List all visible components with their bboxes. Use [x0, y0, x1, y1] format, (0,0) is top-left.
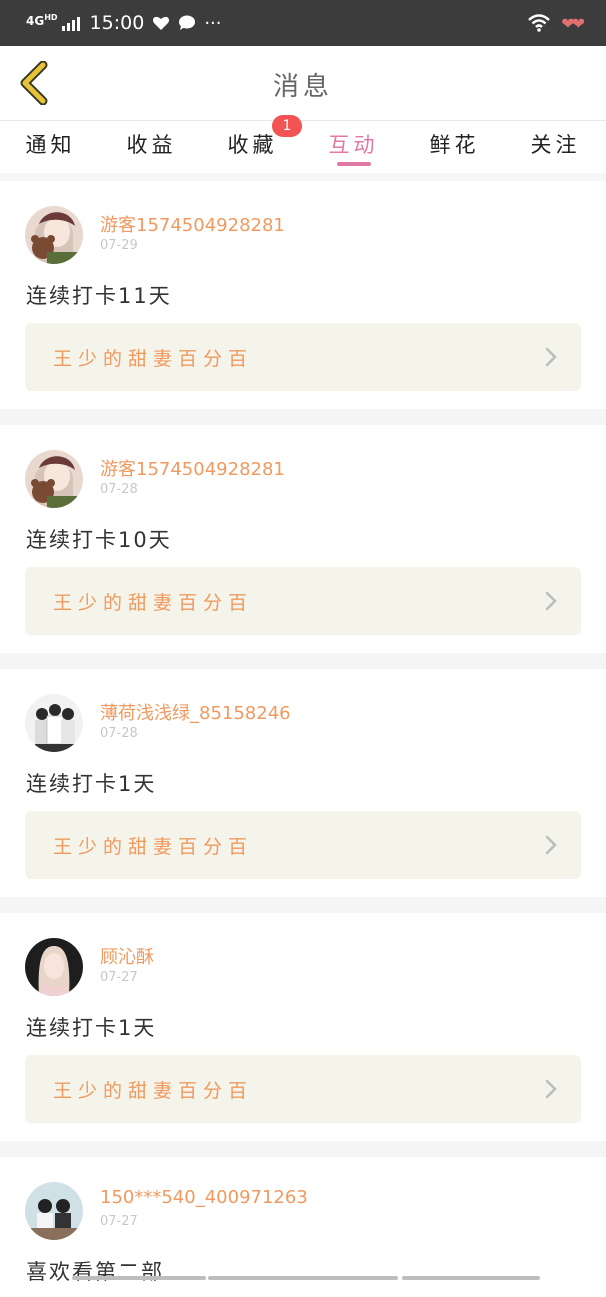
- avatar[interactable]: [25, 450, 83, 508]
- feed-item: 游客1574504928281 07-29 连续打卡11天 王少的甜妻百分百: [0, 181, 606, 409]
- chat-bubble-icon: [179, 15, 196, 30]
- timestamp: 07-27: [100, 970, 138, 985]
- tab-earnings[interactable]: 收益: [101, 121, 202, 173]
- book-link[interactable]: 王少的甜妻百分百: [25, 567, 581, 635]
- active-tab-indicator: [336, 162, 371, 166]
- gesture-bar: [208, 1276, 398, 1280]
- timestamp: 07-29: [100, 238, 138, 253]
- divider: [0, 409, 606, 425]
- username[interactable]: 薄荷浅浅绿_85158246: [100, 699, 291, 725]
- page-title: 消息: [272, 72, 333, 102]
- message-text: 连续打卡10天: [26, 528, 172, 552]
- tab-favorites[interactable]: 收藏 1: [202, 115, 303, 173]
- signal-icon: [61, 15, 80, 31]
- avatar[interactable]: [25, 206, 83, 264]
- vpn-heart-icon: [153, 16, 170, 30]
- message-text: 连续打卡1天: [26, 1016, 157, 1040]
- avatar[interactable]: [25, 694, 83, 752]
- feed-item: 薄荷浅浅绿_85158246 07-28 连续打卡1天 王少的甜妻百分百: [0, 669, 606, 897]
- feed-item: 顾沁酥 07-27 连续打卡1天 王少的甜妻百分百: [0, 913, 606, 1141]
- book-link[interactable]: 王少的甜妻百分百: [25, 811, 581, 879]
- tab-following[interactable]: 关注: [505, 121, 606, 173]
- chevron-right-icon: [545, 1079, 557, 1099]
- username[interactable]: 游客1574504928281: [100, 211, 285, 237]
- timestamp: 07-28: [100, 482, 138, 497]
- divider: [0, 1141, 606, 1157]
- username[interactable]: 顾沁酥: [100, 943, 154, 969]
- tab-bar: 通知 收益 收藏 1 互动 鲜花 关注: [0, 115, 606, 173]
- divider: [0, 173, 606, 181]
- interaction-feed: 游客1574504928281 07-29 连续打卡11天 王少的甜妻百分百 游…: [0, 181, 606, 1297]
- book-title: 王少的甜妻百分百: [53, 836, 254, 858]
- timestamp: 07-28: [100, 726, 138, 741]
- message-text: 连续打卡1天: [26, 772, 157, 796]
- book-link[interactable]: 王少的甜妻百分百: [25, 323, 581, 391]
- feed-item: 游客1574504928281 07-28 连续打卡10天 王少的甜妻百分百: [0, 425, 606, 653]
- divider: [0, 653, 606, 669]
- message-text: 喜欢看第二部: [26, 1260, 164, 1284]
- status-bar: 4GHD 15:00 ··· ❤❤: [0, 0, 606, 46]
- wifi-icon: [528, 14, 551, 32]
- tab-notifications[interactable]: 通知: [0, 121, 101, 173]
- tab-interactions[interactable]: 互动: [303, 121, 404, 173]
- nav-bar: 消息: [0, 46, 606, 121]
- chevron-right-icon: [545, 347, 557, 367]
- book-link[interactable]: 王少的甜妻百分百: [25, 1055, 581, 1123]
- chevron-right-icon: [545, 591, 557, 611]
- message-text: 连续打卡11天: [26, 284, 172, 308]
- book-title: 王少的甜妻百分百: [53, 1080, 254, 1102]
- divider: [0, 897, 606, 913]
- book-title: 王少的甜妻百分百: [53, 592, 254, 614]
- more-notifications-icon: ···: [204, 12, 222, 34]
- timestamp: 07-27: [100, 1214, 138, 1229]
- gesture-bar: [72, 1276, 206, 1280]
- gesture-bar: [402, 1276, 540, 1280]
- avatar[interactable]: [25, 1182, 83, 1240]
- avatar[interactable]: [25, 938, 83, 996]
- battery-hearts-icon: ❤❤: [561, 13, 585, 33]
- unread-badge: 1: [272, 115, 302, 137]
- username[interactable]: 150***540_400971263: [100, 1187, 308, 1208]
- username[interactable]: 游客1574504928281: [100, 455, 285, 481]
- network-type: 4GHD: [26, 12, 58, 28]
- status-time: 15:00: [89, 12, 145, 34]
- book-title: 王少的甜妻百分百: [53, 348, 254, 370]
- tab-flowers[interactable]: 鲜花: [404, 121, 505, 173]
- chevron-right-icon: [545, 835, 557, 855]
